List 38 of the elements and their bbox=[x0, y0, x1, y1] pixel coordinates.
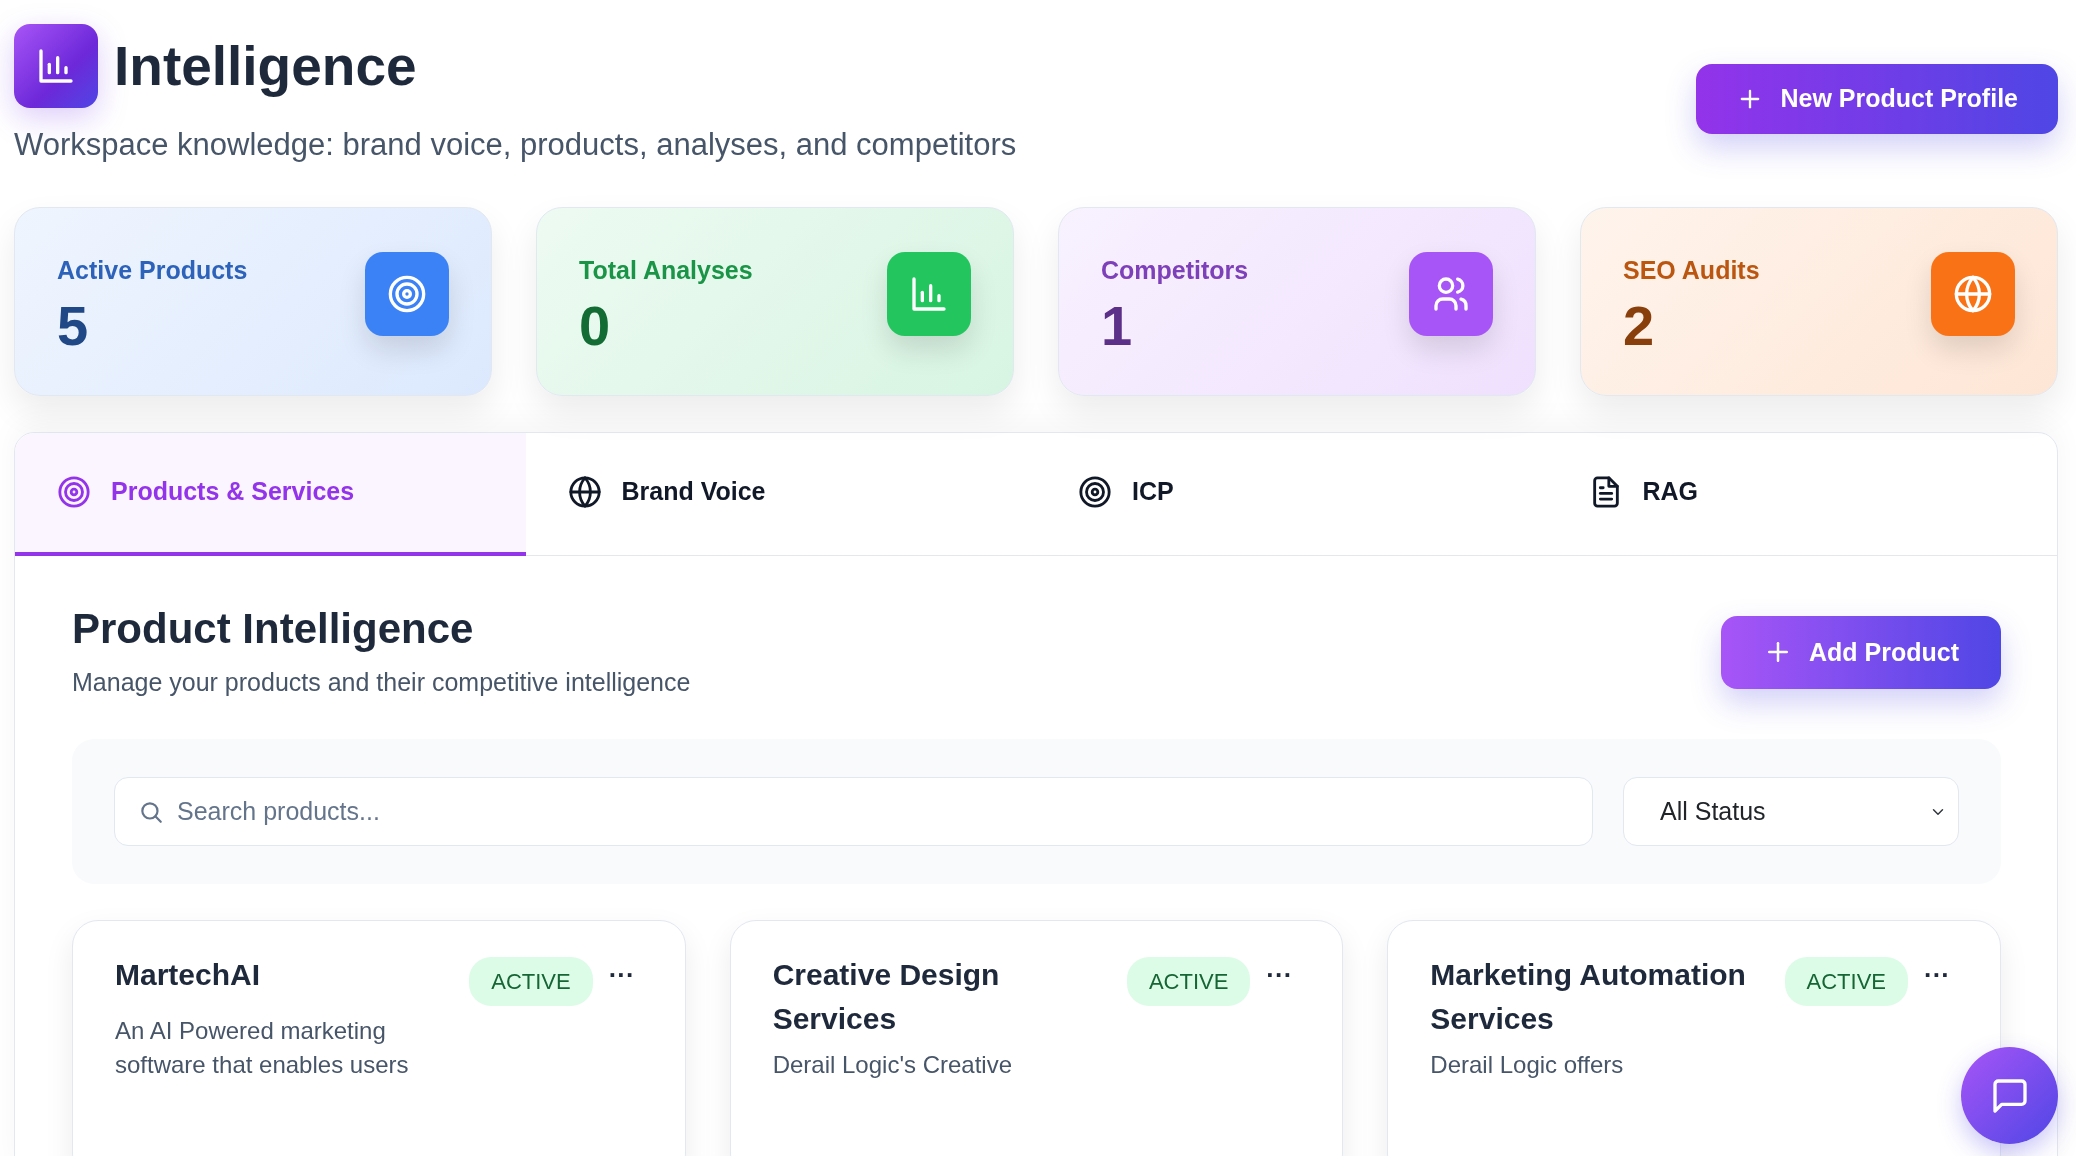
product-name: Marketing Automation Services bbox=[1430, 957, 1747, 1037]
more-menu-button[interactable]: ··· bbox=[1258, 957, 1301, 994]
section-title: Product Intelligence bbox=[72, 603, 475, 654]
stat-value: 1 bbox=[1101, 295, 1134, 357]
stat-value: 5 bbox=[57, 295, 90, 357]
tab[interactable]: RAG bbox=[1546, 432, 2057, 556]
status-label: ACTIVE bbox=[1126, 957, 1251, 1007]
search-icon bbox=[138, 799, 164, 826]
product-name: Creative Design Services bbox=[772, 957, 1001, 1037]
target-icon bbox=[1078, 475, 1112, 509]
stat-label: Total Analyses bbox=[579, 254, 753, 286]
page-title: Intelligence bbox=[114, 35, 417, 97]
section-subtitle: Manage your products and their competitive intelligence bbox=[72, 666, 691, 698]
globe-icon bbox=[567, 475, 602, 509]
tab[interactable]: Brand Voice bbox=[525, 432, 1036, 556]
more-menu-button[interactable]: ··· bbox=[1916, 957, 1958, 994]
tab[interactable]: ICP bbox=[1036, 432, 1547, 556]
tab[interactable]: Products & Services bbox=[15, 432, 526, 556]
stat-label: Competitors bbox=[1101, 254, 1249, 286]
stat-label: Active Products bbox=[57, 254, 248, 286]
search-field[interactable]: Search products... bbox=[114, 777, 1593, 847]
status-dropdown[interactable]: All Status bbox=[1623, 777, 1959, 847]
globe-icon bbox=[1953, 273, 1993, 314]
page-subtitle: Workspace knowledge: brand voice, products, analyses, and competitors bbox=[14, 126, 1017, 164]
stat-value: 2 bbox=[1623, 295, 1656, 357]
product-description: An AI Powered marketing software that enables users bbox=[115, 1016, 410, 1080]
stat-value: 0 bbox=[579, 295, 612, 357]
status-label: ACTIVE bbox=[469, 957, 593, 1007]
more-menu-button[interactable]: ··· bbox=[600, 957, 643, 994]
new-product-profile-button[interactable]: New Product Profile bbox=[1696, 64, 2058, 134]
product-name: MartechAI bbox=[115, 957, 262, 994]
product-description: Derail Logic's Creative bbox=[772, 1050, 1013, 1081]
target-icon bbox=[387, 273, 427, 314]
add-product-button[interactable]: Add Product bbox=[1721, 615, 2001, 689]
stat-label: SEO Audits bbox=[1623, 254, 1760, 286]
product-description: Derail Logic offers bbox=[1430, 1050, 1625, 1081]
status-label: ACTIVE bbox=[1784, 957, 1908, 1007]
target-icon bbox=[57, 475, 91, 509]
